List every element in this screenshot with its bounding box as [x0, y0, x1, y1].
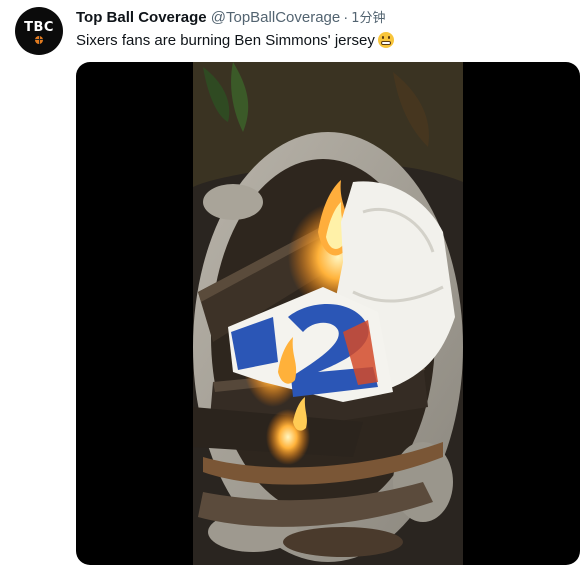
- grimacing-face-emoji-icon: [377, 32, 394, 48]
- tweet-header: Top Ball Coverage @TopBallCoverage · 1分钟: [76, 9, 573, 28]
- basketball-icon: [35, 35, 43, 44]
- display-name[interactable]: Top Ball Coverage: [76, 9, 207, 26]
- avatar[interactable]: TBC: [15, 7, 63, 55]
- avatar-logo-text: TBC: [24, 19, 54, 35]
- video-still-burning-jersey: [193, 62, 463, 565]
- tweet-text: Sixers fans are burning Ben Simmons' jer…: [76, 32, 394, 50]
- video-frame[interactable]: [193, 62, 463, 565]
- tweet[interactable]: TBC Top Ball Coverage @TopBallCoverage · 1…: [0, 0, 583, 567]
- timestamp[interactable]: 1分钟: [351, 11, 385, 26]
- video-player[interactable]: [76, 62, 580, 565]
- tweet-text-body: Sixers fans are burning Ben Simmons' jer…: [76, 32, 375, 49]
- user-handle[interactable]: @TopBallCoverage: [211, 9, 340, 26]
- separator-dot: ·: [343, 9, 349, 26]
